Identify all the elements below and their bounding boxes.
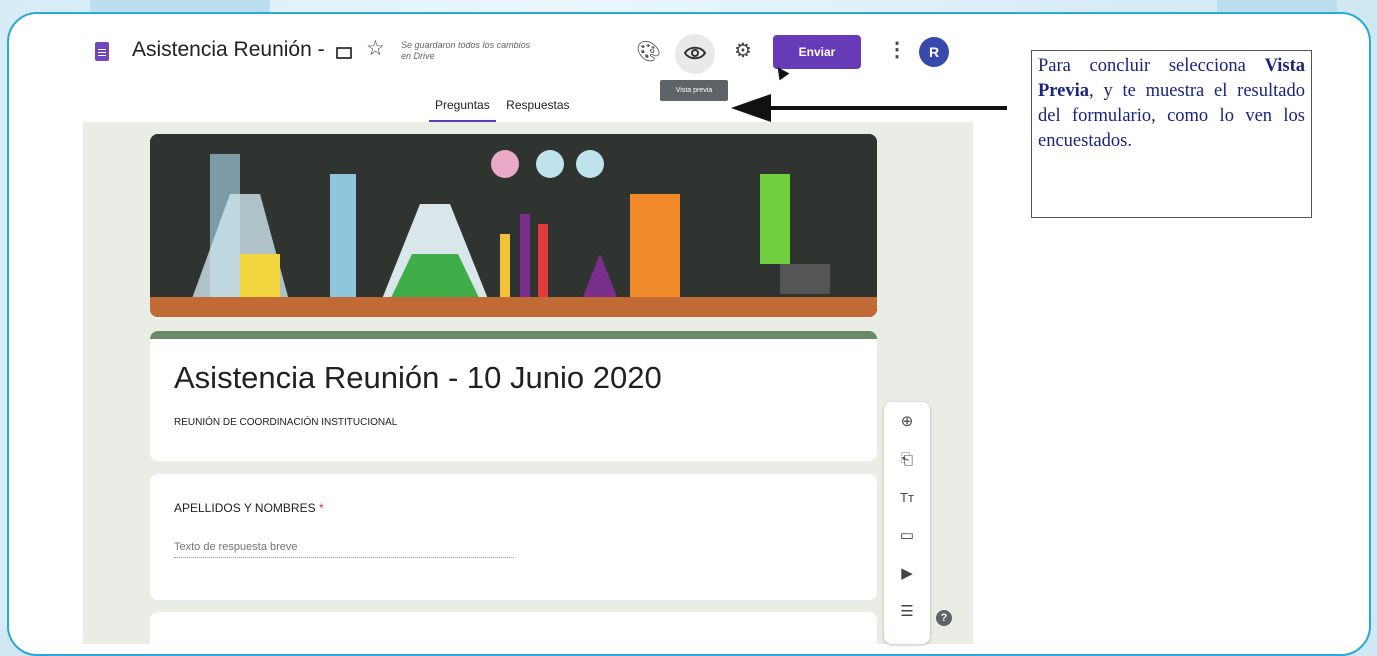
question-label-text: APELLIDOS Y NOMBRES — [174, 501, 316, 515]
form-header-card: Asistencia Reunión - 10 Junio 2020 REUNI… — [150, 331, 877, 461]
doc-title[interactable]: Asistencia Reunión - 10 Ju — [132, 38, 332, 62]
palette-icon[interactable]: 🎨︎ — [636, 42, 661, 62]
preview-button[interactable] — [675, 34, 715, 74]
required-mark: * — [318, 501, 324, 515]
annotation-arrow-head — [731, 94, 771, 122]
tab-respuestas[interactable]: Respuestas — [500, 96, 575, 120]
add-image-icon[interactable]: ▭ — [897, 526, 917, 546]
add-question-icon[interactable]: ⊕ — [897, 412, 917, 432]
forms-doc-icon — [95, 42, 109, 61]
eye-icon — [684, 46, 706, 60]
tab-preguntas[interactable]: Preguntas — [429, 96, 496, 123]
save-status: Se guardaron todos los cambios en Drive — [401, 40, 531, 61]
side-toolbar: ⊕ ⎗ Tт ▭ ▶ ☰ — [884, 402, 930, 644]
star-icon[interactable]: ☆ — [366, 38, 385, 59]
question-card[interactable]: APELLIDOS Y NOMBRES * Texto de respuesta… — [150, 474, 877, 600]
form-description[interactable]: REUNIÓN DE COORDINACIÓN INSTITUCIONAL — [174, 417, 397, 428]
forms-tabs: Preguntas Respuestas — [429, 96, 576, 123]
add-section-icon[interactable]: ☰ — [897, 602, 917, 622]
send-button[interactable]: Enviar — [773, 35, 861, 69]
more-icon[interactable]: ⋮ — [887, 40, 907, 60]
annotation-arrow — [769, 106, 1007, 110]
question-card[interactable] — [150, 612, 877, 654]
help-icon[interactable]: ? — [936, 610, 952, 626]
gear-icon[interactable]: ⚙ — [734, 41, 752, 61]
question-label: APELLIDOS Y NOMBRES * — [174, 501, 324, 515]
import-questions-icon[interactable]: ⎗ — [897, 450, 917, 470]
add-title-icon[interactable]: Tт — [897, 488, 917, 508]
content-panel: Asistencia Reunión - 10 Ju ☆ Se guardaro… — [7, 12, 1371, 656]
science-lab-illustration — [150, 134, 877, 317]
folder-icon[interactable] — [336, 47, 352, 59]
add-video-icon[interactable]: ▶ — [897, 564, 917, 584]
preview-tooltip: Vista previa — [660, 80, 728, 101]
form-title[interactable]: Asistencia Reunión - 10 Junio 2020 — [174, 360, 662, 396]
avatar[interactable]: R — [919, 37, 949, 67]
annotation-note: Para concluir selecciona Vista Previa, y… — [1031, 50, 1312, 218]
note-prefix: Para concluir selecciona — [1038, 56, 1265, 76]
form-header-image — [150, 134, 877, 317]
form-canvas: Asistencia Reunión - 10 Junio 2020 REUNI… — [83, 122, 973, 654]
short-answer-field[interactable]: Texto de respuesta breve — [174, 541, 514, 558]
